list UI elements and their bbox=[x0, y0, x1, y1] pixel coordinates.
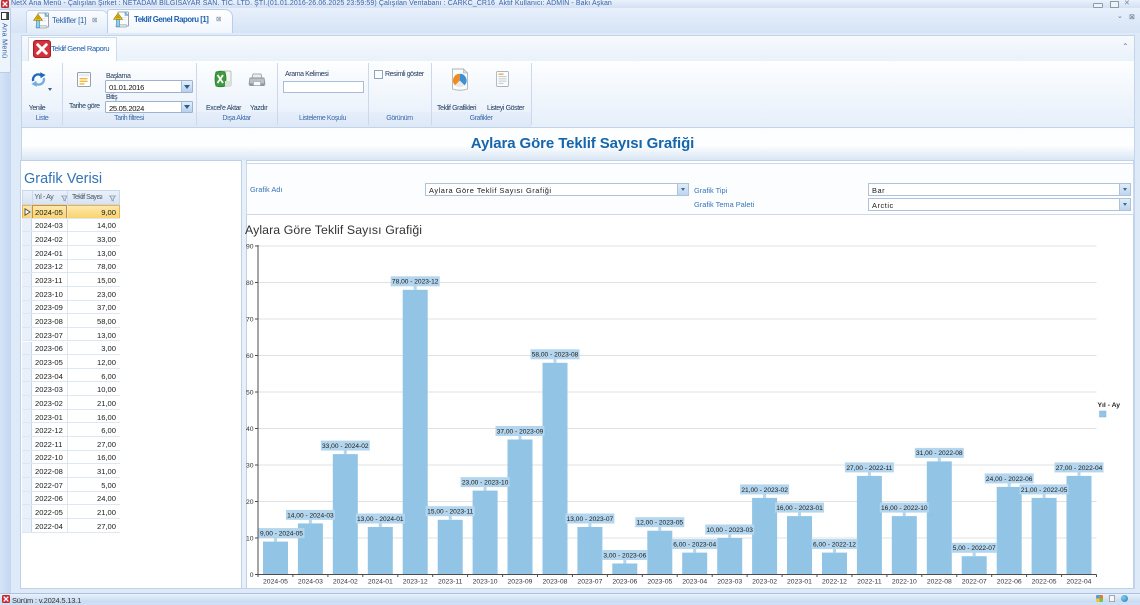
svg-text:2023-07: 2023-07 bbox=[577, 579, 602, 586]
svg-text:2023-05: 2023-05 bbox=[647, 579, 672, 586]
svg-text:16,00 - 2023-01: 16,00 - 2023-01 bbox=[776, 505, 823, 512]
svg-text:12,00 - 2023-05: 12,00 - 2023-05 bbox=[637, 520, 684, 527]
svg-text:2023-02: 2023-02 bbox=[752, 579, 777, 586]
svg-text:10,00 - 2023-03: 10,00 - 2023-03 bbox=[706, 527, 753, 534]
svg-text:20: 20 bbox=[246, 499, 254, 506]
svg-text:2022-07: 2022-07 bbox=[962, 579, 987, 586]
svg-text:21,00 - 2023-02: 21,00 - 2023-02 bbox=[741, 487, 788, 494]
svg-text:2022-08: 2022-08 bbox=[927, 579, 952, 586]
svg-text:2022-12: 2022-12 bbox=[822, 579, 847, 586]
svg-text:13,00 - 2023-07: 13,00 - 2023-07 bbox=[567, 516, 614, 523]
svg-text:2023-10: 2023-10 bbox=[473, 579, 498, 586]
svg-text:2024-03: 2024-03 bbox=[298, 579, 323, 586]
svg-text:78,00 - 2023-12: 78,00 - 2023-12 bbox=[392, 279, 439, 286]
svg-text:2022-10: 2022-10 bbox=[892, 579, 917, 586]
svg-text:50: 50 bbox=[246, 389, 254, 396]
svg-text:9,00 - 2024-05: 9,00 - 2024-05 bbox=[260, 531, 303, 538]
svg-text:14,00 - 2024-03: 14,00 - 2024-03 bbox=[287, 512, 334, 519]
svg-text:2022-04: 2022-04 bbox=[1067, 579, 1092, 586]
svg-text:3,00 - 2023-06: 3,00 - 2023-06 bbox=[603, 552, 646, 559]
svg-text:70: 70 bbox=[246, 316, 254, 323]
svg-text:13,00 - 2024-01: 13,00 - 2024-01 bbox=[357, 516, 404, 523]
svg-text:2022-05: 2022-05 bbox=[1032, 579, 1057, 586]
svg-text:6,00 - 2023-04: 6,00 - 2023-04 bbox=[673, 542, 716, 549]
svg-text:24,00 - 2022-06: 24,00 - 2022-06 bbox=[986, 476, 1033, 483]
svg-text:27,00 - 2022-04: 27,00 - 2022-04 bbox=[1056, 465, 1103, 472]
svg-text:2022-11: 2022-11 bbox=[857, 579, 882, 586]
svg-text:80: 80 bbox=[246, 280, 254, 287]
svg-text:6,00 - 2022-12: 6,00 - 2022-12 bbox=[813, 542, 856, 549]
svg-text:58,00 - 2023-08: 58,00 - 2023-08 bbox=[532, 352, 579, 359]
svg-text:31,00 - 2022-08: 31,00 - 2022-08 bbox=[916, 450, 963, 457]
svg-text:37,00 - 2023-09: 37,00 - 2023-09 bbox=[497, 428, 544, 435]
svg-text:90: 90 bbox=[246, 243, 254, 250]
svg-text:2023-08: 2023-08 bbox=[543, 579, 568, 586]
svg-text:5,00 - 2022-07: 5,00 - 2022-07 bbox=[953, 545, 996, 552]
svg-text:16,00 - 2022-10: 16,00 - 2022-10 bbox=[881, 505, 928, 512]
svg-text:15,00 - 2023-11: 15,00 - 2023-11 bbox=[427, 509, 473, 516]
svg-text:Yıl - Ay: Yıl - Ay bbox=[1098, 402, 1121, 409]
svg-text:60: 60 bbox=[246, 353, 254, 360]
svg-text:2023-09: 2023-09 bbox=[508, 579, 533, 586]
svg-text:2023-06: 2023-06 bbox=[612, 579, 637, 586]
svg-text:33,00 - 2024-02: 33,00 - 2024-02 bbox=[322, 443, 369, 450]
svg-text:2024-05: 2024-05 bbox=[263, 579, 288, 586]
svg-text:2024-01: 2024-01 bbox=[368, 579, 393, 586]
svg-text:2023-01: 2023-01 bbox=[787, 579, 812, 586]
svg-text:0: 0 bbox=[250, 572, 254, 579]
svg-text:2023-03: 2023-03 bbox=[717, 579, 742, 586]
svg-text:40: 40 bbox=[246, 426, 254, 433]
svg-text:2023-11: 2023-11 bbox=[438, 579, 463, 586]
svg-text:23,00 - 2023-10: 23,00 - 2023-10 bbox=[462, 479, 509, 486]
svg-text:2022-06: 2022-06 bbox=[997, 579, 1022, 586]
svg-text:21,00 - 2022-05: 21,00 - 2022-05 bbox=[1021, 487, 1068, 494]
svg-text:2024-02: 2024-02 bbox=[333, 579, 358, 586]
svg-text:10: 10 bbox=[246, 535, 254, 542]
svg-text:2023-12: 2023-12 bbox=[403, 579, 428, 586]
svg-text:30: 30 bbox=[246, 462, 254, 469]
svg-text:2023-04: 2023-04 bbox=[682, 579, 707, 586]
svg-text:27,00 - 2022-11: 27,00 - 2022-11 bbox=[846, 465, 892, 472]
